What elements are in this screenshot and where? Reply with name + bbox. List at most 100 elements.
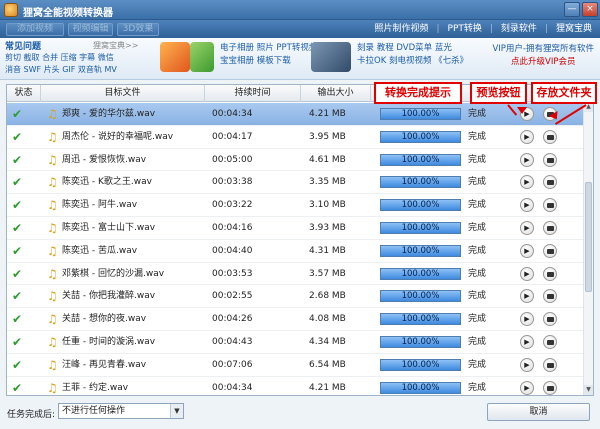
preview-play-icon[interactable]: ▶ bbox=[520, 334, 534, 349]
done-check-icon: ✔ bbox=[12, 289, 23, 304]
row-duration: 00:04:34 bbox=[212, 382, 253, 393]
table-row[interactable]: ✔ ♫ 周杰伦 - 说好的幸福呢.wav 00:04:17 3.95 MB 100.00%… bbox=[7, 126, 583, 149]
title-bar: 狸窝全能视频转换器 — × bbox=[0, 0, 600, 20]
nav-photo-video[interactable]: 照片制作视频 bbox=[374, 22, 428, 36]
open-folder-icon[interactable] bbox=[543, 312, 557, 327]
chevron-down-icon[interactable]: ▼ bbox=[170, 404, 183, 418]
preview-play-icon[interactable]: ▶ bbox=[520, 220, 534, 235]
3d-effect-button[interactable]: 3D效果 bbox=[117, 23, 159, 36]
table-row[interactable]: ✔ ♫ 汪峰 - 再见青春.wav 00:07:06 6.54 MB 100.00% 完成 ▶ bbox=[7, 354, 583, 377]
scroll-thumb[interactable] bbox=[585, 182, 592, 292]
row-duration: 00:03:22 bbox=[212, 200, 253, 211]
open-folder-icon[interactable] bbox=[543, 380, 557, 395]
row-progress-bar: 100.00% bbox=[380, 176, 461, 189]
faq-more-link[interactable]: 狸窝宝典>> bbox=[93, 40, 138, 51]
open-folder-icon[interactable] bbox=[543, 289, 557, 304]
preview-play-icon[interactable]: ▶ bbox=[520, 198, 534, 213]
row-progress-bar: 100.00% bbox=[380, 358, 461, 371]
preview-play-icon[interactable]: ▶ bbox=[520, 243, 534, 258]
table-row[interactable]: ✔ ♫ 郑爽 - 爱的华尔兹.wav 00:04:34 4.21 MB 100.00% 完成… bbox=[7, 103, 583, 126]
window-controls: — × bbox=[564, 2, 598, 17]
open-folder-icon[interactable] bbox=[543, 175, 557, 190]
ppt-ad-icon[interactable] bbox=[160, 42, 190, 72]
photo-album-icon[interactable] bbox=[190, 42, 214, 72]
music-note-icon: ♫ bbox=[47, 129, 58, 144]
after-complete-label: 任务完成后: bbox=[7, 410, 56, 420]
after-complete-value: 不进行任何操作 bbox=[62, 406, 126, 416]
ad-album-line2[interactable]: 宝宝相册 模板下载 bbox=[220, 55, 317, 68]
ad-album-line1[interactable]: 电子相册 照片 PPT转视频 bbox=[220, 42, 317, 55]
table-row[interactable]: ✔ ♫ 邓紫棋 - 回忆的沙漏.wav 00:03:53 3.57 MB 100.00% 完… bbox=[7, 263, 583, 286]
row-filename: 陈奕迅 - 苦瓜.wav bbox=[62, 245, 138, 256]
vip-line1[interactable]: VIP用户-拥有狸窝所有软件 bbox=[492, 43, 594, 56]
scroll-down-icon[interactable]: ▼ bbox=[584, 385, 593, 395]
row-progress-bar: 100.00% bbox=[380, 153, 461, 166]
ad-burn-line1[interactable]: 刻录 教程 DVD菜单 蓝光 bbox=[357, 42, 468, 55]
table-row[interactable]: ✔ ♫ 任重 - 时间的漩涡.wav 00:04:43 4.34 MB 100.00% 完成… bbox=[7, 331, 583, 354]
done-check-icon: ✔ bbox=[12, 380, 23, 395]
after-complete-select[interactable]: 不进行任何操作 ▼ bbox=[58, 403, 184, 419]
col-duration[interactable]: 持续时间 bbox=[205, 85, 301, 102]
table-row[interactable]: ✔ ♫ 陈奕迅 - K歌之王.wav 00:03:38 3.35 MB 100.00% 完成… bbox=[7, 171, 583, 195]
row-output-size: 6.54 MB bbox=[309, 359, 346, 370]
ad-burn-line2[interactable]: 卡拉OK 刻电视视频 《七杀》 bbox=[357, 55, 468, 68]
preview-play-icon[interactable]: ▶ bbox=[520, 357, 534, 372]
open-folder-icon[interactable] bbox=[543, 129, 557, 144]
open-folder-icon[interactable] bbox=[543, 334, 557, 349]
close-button[interactable]: × bbox=[582, 2, 598, 17]
preview-play-icon[interactable]: ▶ bbox=[520, 289, 534, 304]
table-row[interactable]: ✔ ♫ 周迅 - 爱恨恢恢.wav 00:05:00 4.61 MB 100.00% 完成 ▶ bbox=[7, 149, 583, 172]
table-row[interactable]: ✔ ♫ 陈奕迅 - 苦瓜.wav 00:04:40 4.31 MB 100.00% 完成 ▶ bbox=[7, 240, 583, 263]
nav-ppt[interactable]: PPT转换 bbox=[448, 22, 482, 36]
col-target-file[interactable]: 目标文件 bbox=[41, 85, 205, 102]
faq-links-row1[interactable]: 剪切 截取 合并 压缩 字幕 微信 bbox=[5, 52, 153, 64]
open-folder-icon[interactable] bbox=[543, 357, 557, 372]
table-row[interactable]: ✔ ♫ 关喆 - 你把我灌醉.wav 00:02:55 2.68 MB 100.00% 完成… bbox=[7, 285, 583, 309]
music-note-icon: ♫ bbox=[47, 107, 58, 121]
row-progress-bar: 100.00% bbox=[380, 381, 461, 394]
nav-guide[interactable]: 狸窝宝典 bbox=[556, 22, 592, 36]
vertical-scrollbar[interactable]: ▲ ▼ bbox=[583, 102, 593, 395]
preview-play-icon[interactable]: ▶ bbox=[520, 129, 534, 144]
done-check-icon: ✔ bbox=[12, 357, 23, 372]
nav-burn[interactable]: 刻录软件 bbox=[501, 22, 537, 36]
nav-separator: | bbox=[436, 24, 440, 34]
dvd-burn-icon[interactable] bbox=[311, 42, 351, 72]
open-folder-icon[interactable] bbox=[543, 266, 557, 281]
row-duration: 00:07:06 bbox=[212, 359, 253, 370]
footer: 任务完成后: 不进行任何操作 ▼ 取消 bbox=[0, 398, 600, 429]
open-folder-icon[interactable] bbox=[543, 220, 557, 235]
video-edit-button[interactable]: 视频编辑 bbox=[68, 23, 113, 36]
row-progress-bar: 100.00% bbox=[380, 267, 461, 280]
col-output-size[interactable]: 输出大小 bbox=[301, 85, 371, 102]
preview-play-icon[interactable]: ▶ bbox=[520, 266, 534, 281]
preview-play-icon[interactable]: ▶ bbox=[520, 152, 534, 167]
faq-links-row2[interactable]: 消音 SWF 片头 GIF 双音轨 MV bbox=[5, 64, 153, 76]
row-status: 完成 bbox=[468, 336, 487, 347]
ad-banner: 常见问题 狸窝宝典>> 剪切 截取 合并 压缩 字幕 微信 消音 SWF 片头 … bbox=[0, 38, 600, 80]
col-status[interactable]: 状态 bbox=[7, 85, 41, 102]
minimize-button[interactable]: — bbox=[564, 2, 580, 17]
table-row[interactable]: ✔ ♫ 关喆 - 想你的夜.wav 00:04:26 4.08 MB 100.00% 完成 ▶ bbox=[7, 308, 583, 331]
preview-play-icon[interactable]: ▶ bbox=[520, 312, 534, 327]
annotation-preview-button: 预览按钮 bbox=[470, 82, 527, 104]
table-row[interactable]: ✔ ♫ 陈奕迅 - 阿牛.wav 00:03:22 3.10 MB 100.00% 完成 ▶ bbox=[7, 194, 583, 217]
row-filename: 周迅 - 爱恨恢恢.wav bbox=[62, 154, 147, 165]
done-check-icon: ✔ bbox=[12, 312, 23, 327]
open-folder-icon[interactable] bbox=[543, 152, 557, 167]
row-status: 完成 bbox=[468, 177, 487, 188]
row-status: 完成 bbox=[468, 222, 487, 233]
add-video-button[interactable]: 添加视频 bbox=[6, 23, 64, 36]
music-note-icon: ♫ bbox=[47, 152, 58, 167]
music-note-icon: ♫ bbox=[47, 198, 58, 213]
vip-upgrade-link[interactable]: 点此升级VIP会员 bbox=[492, 56, 594, 69]
preview-play-icon[interactable]: ▶ bbox=[520, 380, 534, 395]
preview-play-icon[interactable]: ▶ bbox=[520, 175, 534, 190]
table-row[interactable]: ✔ ♫ 陈奕迅 - 富士山下.wav 00:04:16 3.93 MB 100.00% 完成… bbox=[7, 217, 583, 240]
table-row[interactable]: ✔ ♫ 王菲 - 约定.wav 00:04:34 4.21 MB 100.00% 完成 ▶ bbox=[7, 377, 583, 395]
cancel-button[interactable]: 取消 bbox=[487, 403, 590, 421]
open-folder-icon[interactable] bbox=[543, 243, 557, 258]
done-check-icon: ✔ bbox=[12, 334, 23, 349]
row-status: 完成 bbox=[468, 200, 487, 211]
open-folder-icon[interactable] bbox=[543, 198, 557, 213]
